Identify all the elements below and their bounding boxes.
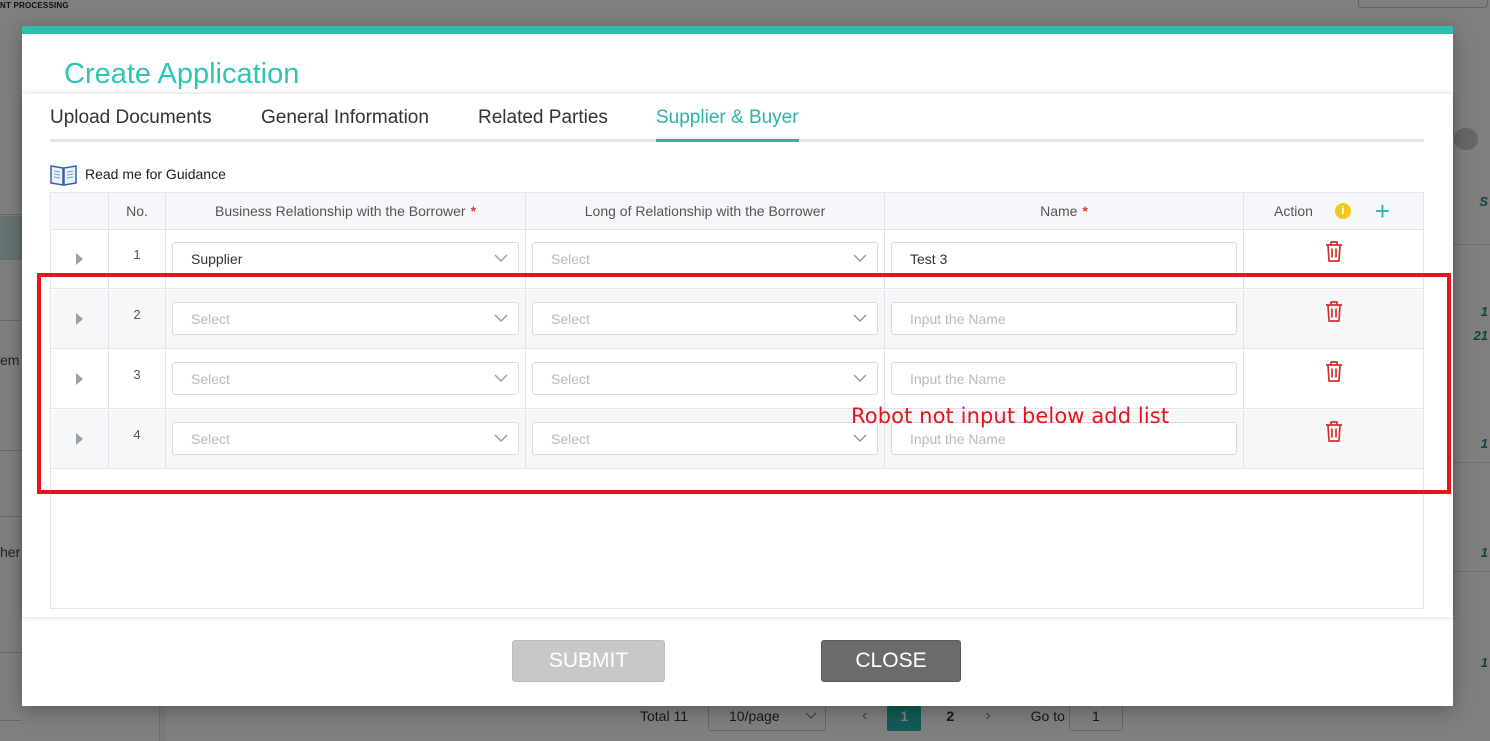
length-select[interactable]: Select	[532, 362, 878, 395]
length-cell: Select	[526, 350, 885, 408]
expand-row-icon[interactable]	[76, 313, 83, 325]
expand-cell	[51, 290, 109, 348]
header-no: No.	[109, 193, 166, 229]
row-number: 2	[133, 306, 141, 322]
chevron-down-icon	[853, 254, 867, 262]
expand-row-icon[interactable]	[76, 253, 83, 265]
table-row: 1 Supplier Select	[51, 230, 1423, 289]
supplier-buyer-table: No. Business Relationship with the Borro…	[50, 192, 1424, 609]
header-length-label: Long of Relationship with the Borrower	[584, 203, 826, 219]
chevron-down-icon	[494, 254, 508, 262]
action-cell	[1244, 350, 1423, 408]
relationship-cell: Select	[166, 290, 526, 348]
expand-row-icon[interactable]	[76, 373, 83, 385]
tab-supplier-buyer[interactable]: Supplier & Buyer	[656, 104, 799, 142]
chevron-down-icon	[853, 374, 867, 382]
header-length: Long of Relationship with the Borrower	[526, 193, 885, 229]
create-application-modal: Create Application Upload Documents Gene…	[22, 26, 1453, 706]
annotation-text: Robot not input below add list	[851, 404, 1170, 428]
row-number: 1	[133, 246, 141, 262]
expand-row-icon[interactable]	[76, 433, 83, 445]
required-marker: *	[470, 203, 477, 219]
tab-bar: Upload Documents General Information Rel…	[50, 104, 1424, 142]
header-relationship-label: Business Relationship with the Borrower	[214, 203, 466, 219]
header-name-label: Name	[1040, 203, 1078, 219]
table-row: 3 Select Select	[51, 350, 1423, 409]
expand-cell	[51, 230, 109, 288]
close-button[interactable]: CLOSE	[821, 640, 961, 682]
header-expand-col	[51, 193, 109, 229]
chevron-down-icon	[494, 374, 508, 382]
modal-title: Create Application	[64, 58, 300, 90]
delete-icon[interactable]	[1324, 300, 1344, 325]
action-cell	[1244, 230, 1423, 288]
length-cell: Select	[526, 230, 885, 288]
required-marker: *	[1082, 203, 1088, 219]
modal-body: Upload Documents General Information Rel…	[22, 94, 1453, 617]
add-row-icon[interactable]: +	[1375, 198, 1390, 224]
name-input[interactable]	[891, 302, 1237, 335]
row-number: 4	[133, 426, 141, 442]
table-header: No. Business Relationship with the Borro…	[51, 193, 1423, 230]
length-select-value: Select	[551, 430, 590, 447]
guidance-label: Read me for Guidance	[85, 166, 226, 182]
relationship-select[interactable]: Supplier	[172, 242, 519, 275]
book-icon	[50, 165, 77, 186]
length-select-value: Select	[551, 310, 590, 327]
table-row: 2 Select Select	[51, 290, 1423, 349]
length-select[interactable]: Select	[532, 422, 878, 455]
length-select-value: Select	[551, 370, 590, 387]
header-relationship: Business Relationship with the Borrower *	[166, 193, 526, 229]
relationship-select-value: Select	[191, 430, 230, 447]
delete-icon[interactable]	[1324, 420, 1344, 445]
relationship-cell: Select	[166, 350, 526, 408]
name-cell	[885, 230, 1244, 288]
info-icon[interactable]: i	[1334, 203, 1351, 219]
row-number: 3	[133, 366, 141, 382]
no-cell: 1	[109, 230, 166, 288]
relationship-select[interactable]: Select	[172, 302, 519, 335]
submit-button[interactable]: SUBMIT	[512, 640, 665, 682]
chevron-down-icon	[494, 314, 508, 322]
expand-cell	[51, 410, 109, 468]
relationship-cell: Select	[166, 410, 526, 468]
name-cell	[885, 350, 1244, 408]
name-input[interactable]	[891, 362, 1237, 395]
chevron-down-icon	[853, 434, 867, 442]
tab-related-parties[interactable]: Related Parties	[478, 104, 608, 142]
relationship-select[interactable]: Select	[172, 422, 519, 455]
table-row: 4 Select Select	[51, 410, 1423, 469]
relationship-select[interactable]: Select	[172, 362, 519, 395]
length-select[interactable]: Select	[532, 242, 878, 275]
action-cell	[1244, 410, 1423, 468]
tab-general-information[interactable]: General Information	[261, 104, 429, 142]
relationship-select-value: Select	[191, 310, 230, 327]
name-input[interactable]	[891, 242, 1237, 275]
length-select[interactable]: Select	[532, 302, 878, 335]
header-action: Action i +	[1244, 193, 1423, 229]
header-no-label: No.	[126, 203, 148, 219]
relationship-select-value: Supplier	[191, 250, 243, 267]
no-cell: 4	[109, 410, 166, 468]
tab-upload-documents[interactable]: Upload Documents	[50, 104, 212, 142]
relationship-select-value: Select	[191, 370, 230, 387]
guidance-link[interactable]: Read me for Guidance	[50, 162, 226, 186]
chevron-down-icon	[853, 314, 867, 322]
no-cell: 3	[109, 350, 166, 408]
header-name: Name *	[885, 193, 1244, 229]
relationship-cell: Supplier	[166, 230, 526, 288]
delete-icon[interactable]	[1324, 360, 1344, 385]
delete-icon[interactable]	[1324, 240, 1344, 265]
chevron-down-icon	[494, 434, 508, 442]
name-cell	[885, 290, 1244, 348]
length-cell: Select	[526, 290, 885, 348]
no-cell: 2	[109, 290, 166, 348]
length-cell: Select	[526, 410, 885, 468]
length-select-value: Select	[551, 250, 590, 267]
header-action-label: Action	[1274, 203, 1313, 219]
action-cell	[1244, 290, 1423, 348]
expand-cell	[51, 350, 109, 408]
